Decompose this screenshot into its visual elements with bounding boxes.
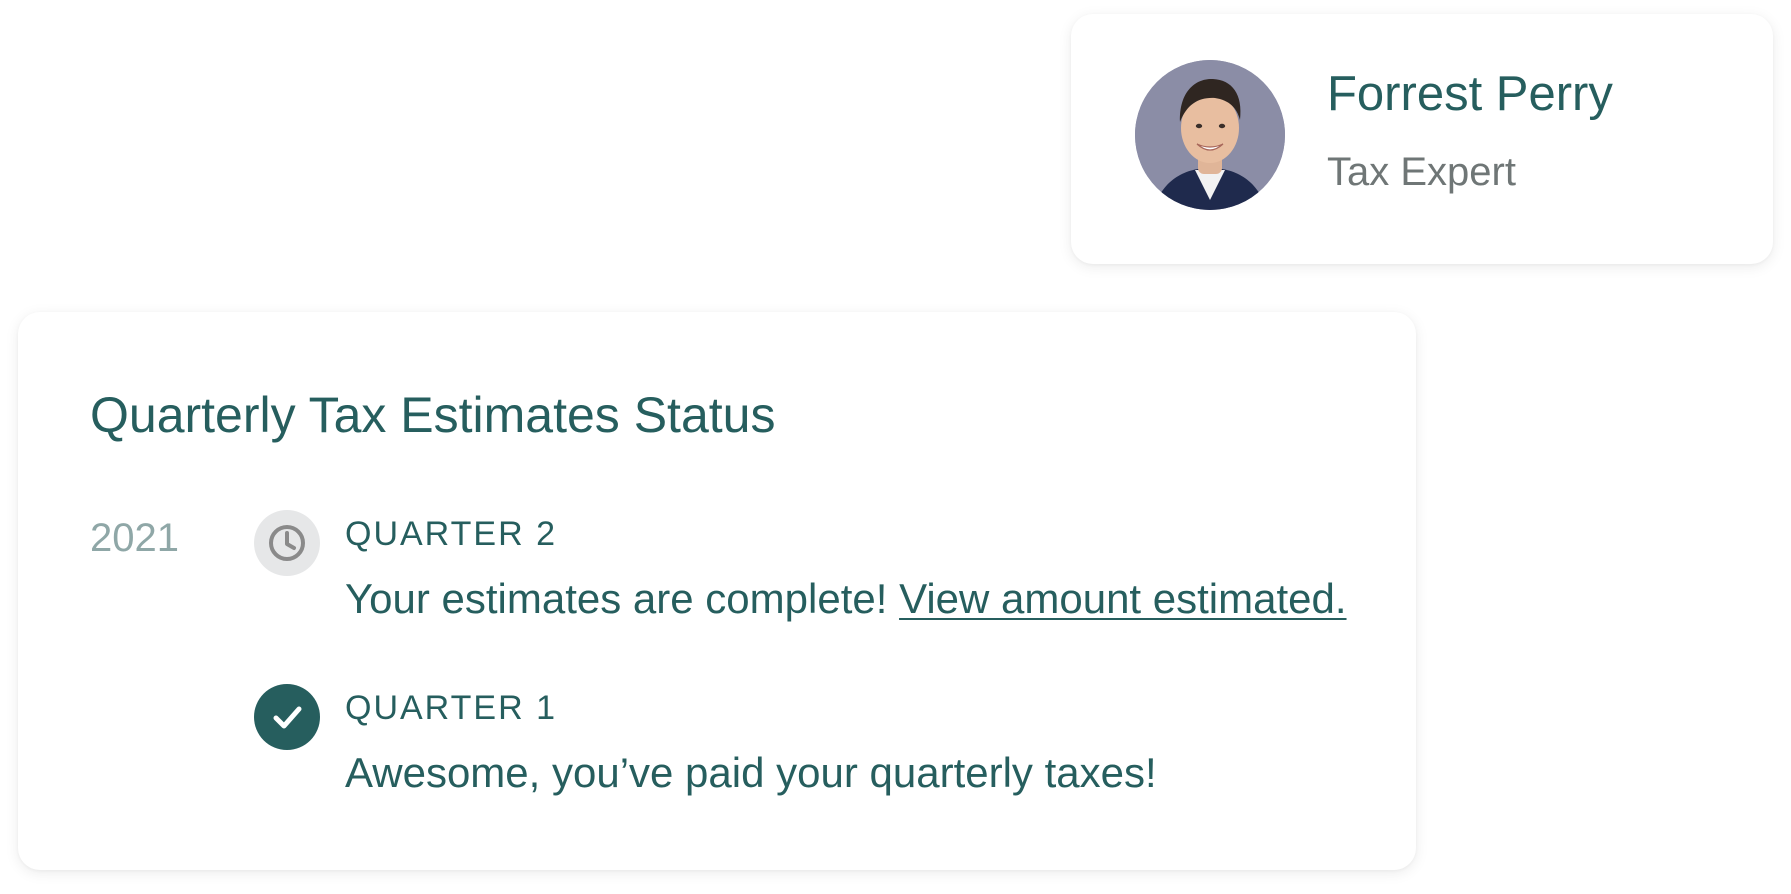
expert-role: Tax Expert bbox=[1327, 150, 1516, 194]
clock-icon bbox=[269, 525, 305, 561]
tax-status-card: Quarterly Tax Estimates Status 2021 QUAR… bbox=[18, 312, 1416, 870]
quarter-1-label: QUARTER 1 bbox=[345, 689, 557, 727]
quarter-2-message: Your estimates are complete! bbox=[345, 575, 888, 622]
year-label: 2021 bbox=[90, 516, 179, 560]
person-photo-avatar-icon bbox=[1135, 60, 1285, 210]
card-title: Quarterly Tax Estimates Status bbox=[90, 387, 776, 443]
quarter-2-label: QUARTER 2 bbox=[345, 515, 557, 553]
checkmark-icon bbox=[273, 706, 302, 729]
expert-name: Forrest Perry bbox=[1327, 67, 1613, 121]
view-amount-estimated-link[interactable]: View amount estimated. bbox=[899, 575, 1346, 622]
pending-status-badge bbox=[254, 510, 320, 576]
complete-status-badge bbox=[254, 684, 320, 750]
expert-card: Forrest Perry Tax Expert bbox=[1071, 14, 1773, 264]
quarter-1-message: Awesome, you’ve paid your quarterly taxe… bbox=[345, 749, 1157, 796]
quarter-2-message-row: Your estimates are complete! View amount… bbox=[345, 575, 1347, 622]
expert-avatar bbox=[1135, 60, 1285, 210]
